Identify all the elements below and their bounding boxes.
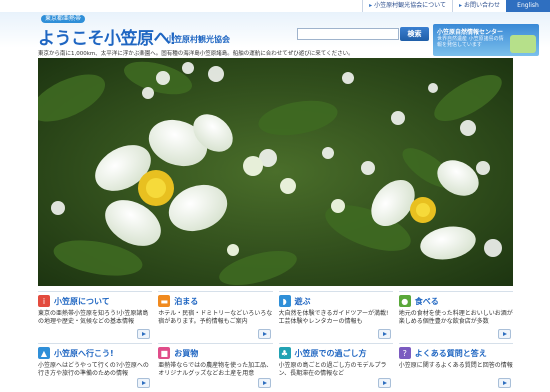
tagline: 東京から南に1,000km、太平洋に浮かぶ楽園へ。固有種の海洋島小笠原諸島。船舶… [38, 51, 354, 57]
banner-title: 小笠原自然情報センター [437, 29, 504, 36]
camellia-flower-photo [38, 58, 513, 286]
about-association-link[interactable]: ▸ 小笠原村観光協会について [362, 0, 452, 12]
bed-icon: ▬ [158, 295, 171, 307]
banner-text: 世界自然遺産 小笠原諸島の情報を発信しています [437, 36, 504, 48]
organization-name: 小笠原村観光協会 [166, 35, 230, 44]
card-faq[interactable]: ? よくある質問と答え 小笠原に関するよくある質問と回答の情報 [398, 343, 513, 392]
card-access[interactable]: ▲ 小笠原へ行こう! 小笠原へはどうやって行くの?小笠原への行き方や旅行の準備のた… [38, 343, 153, 392]
info-icon: i [38, 295, 50, 307]
more-arrow-icon[interactable] [498, 378, 511, 388]
island-map-icon [510, 35, 536, 53]
dolphin-icon: ◗ [278, 295, 291, 307]
arrow-icon: ▸ [369, 2, 373, 9]
card-eat[interactable]: ● 食べる 地元の食材を使った料理とおいしいお酒が楽しめる個性豊かな飲食店が多数 [398, 291, 513, 343]
logo-sub-label: 東京都亜熱帯 [41, 15, 86, 23]
food-icon: ● [398, 295, 411, 307]
ship-icon: ▲ [38, 347, 50, 359]
header: 東京都亜熱帯 ようこそ小笠原へ! 小笠原村観光協会 検索 小笠原自然情報センター… [0, 12, 550, 56]
search-button[interactable]: 検索 [400, 27, 429, 41]
english-link[interactable]: English [506, 0, 550, 12]
more-arrow-icon[interactable] [377, 378, 391, 388]
leaf-icon: ♣ [278, 347, 291, 359]
more-arrow-icon[interactable] [377, 329, 391, 339]
question-icon: ? [398, 347, 411, 359]
more-arrow-icon[interactable] [137, 378, 151, 388]
more-arrow-icon[interactable] [498, 329, 511, 339]
category-grid: i 小笠原について 東京の亜熱帯小笠原を知ろう!小笠原諸島の地理や歴史・気候などの… [38, 291, 513, 392]
search-input[interactable] [297, 28, 399, 40]
bag-icon: ■ [158, 347, 171, 359]
more-arrow-icon[interactable] [257, 378, 271, 388]
nature-info-center-banner[interactable]: 小笠原自然情報センター 世界自然遺産 小笠原諸島の情報を発信しています [433, 24, 539, 56]
contact-link[interactable]: ▸ お問い合わせ [451, 0, 506, 12]
more-arrow-icon[interactable] [137, 329, 151, 339]
top-navigation: ▸ 小笠原村観光協会について ▸ お問い合わせ English [0, 0, 550, 12]
hero-image [38, 58, 513, 286]
card-play[interactable]: ◗ 遊ぶ 大自然を体験できるガイドツアーが満載!工芸体験やレンタカーの情報も [278, 291, 393, 343]
card-how-to-spend[interactable]: ♣ 小笠原での過ごし方 小笠原の島ごとの過ごし方のモデルプラン、長期滞在の情報など [278, 343, 393, 392]
card-stay[interactable]: ▬ 泊まる ホテル・民宿・ドミトリーなどいろいろな宿があります。予約情報もご案内 [158, 291, 273, 343]
card-shopping[interactable]: ■ お買物 亜熱帯ならではの農産物を使った加工品、オリジナルグッズなどお土産を用意 [158, 343, 273, 392]
card-about[interactable]: i 小笠原について 東京の亜熱帯小笠原を知ろう!小笠原諸島の地理や歴史・気候などの… [38, 291, 153, 343]
site-logo-title[interactable]: ようこそ小笠原へ! [38, 24, 176, 49]
arrow-icon: ▸ [458, 2, 462, 9]
page: ▸ 小笠原村観光協会について ▸ お問い合わせ English 東京都亜熱帯 ようこ… [0, 0, 550, 392]
more-arrow-icon[interactable] [257, 329, 271, 339]
top-links: ▸ 小笠原村観光協会について ▸ お問い合わせ English [362, 0, 550, 12]
